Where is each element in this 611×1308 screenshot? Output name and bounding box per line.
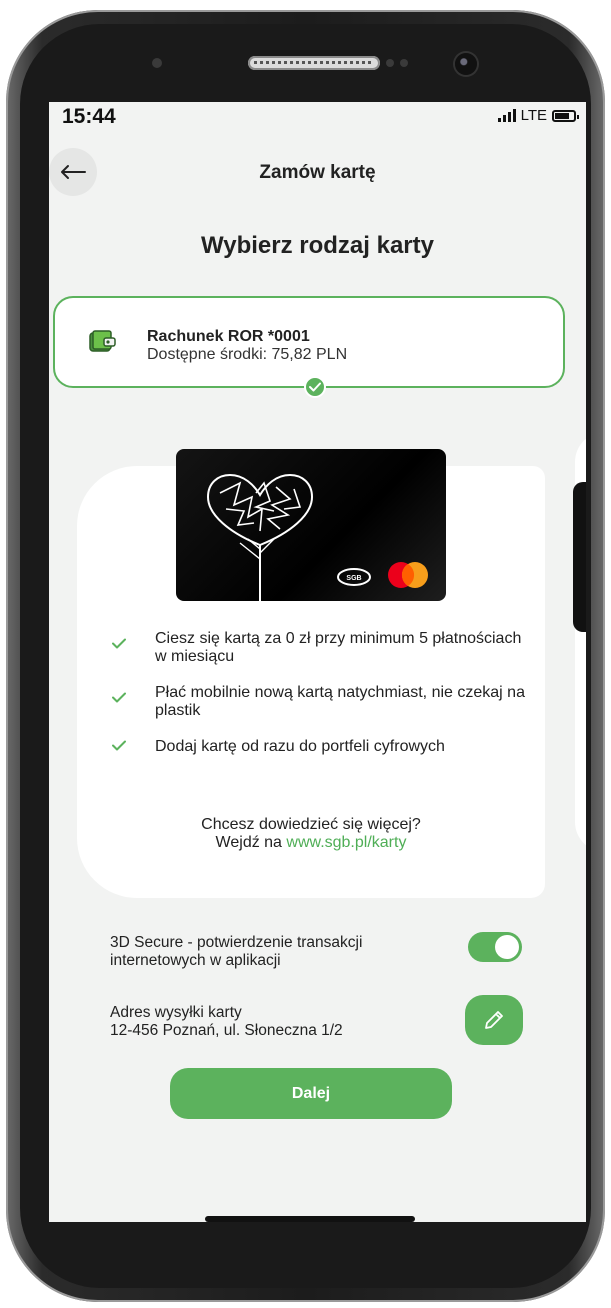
check-icon <box>309 382 321 392</box>
learn-more-link[interactable]: www.sgb.pl/karty <box>286 834 406 851</box>
side-tab[interactable] <box>573 482 586 632</box>
secure-toggle[interactable] <box>468 932 522 962</box>
benefits-list: Ciesz się kartą za 0 zł przy minimum 5 p… <box>109 630 529 774</box>
svg-text:SGB: SGB <box>346 575 361 582</box>
benefit-item: Płać mobilnie nową kartą natychmiast, ni… <box>109 684 529 720</box>
account-funds: Dostępne środki: 75,82 PLN <box>147 346 348 363</box>
signal-icon <box>497 109 516 122</box>
network-label: LTE <box>520 107 547 124</box>
benefit-text: Płać mobilnie nową kartą natychmiast, ni… <box>155 684 525 719</box>
status-time: 15:44 <box>62 105 116 128</box>
secure-label: 3D Secure - potwierdzenie transakcji int… <box>110 934 363 969</box>
check-icon <box>112 740 126 751</box>
mastercard-logo <box>388 562 428 588</box>
app-screen: 15:44 LTE Zamów kartę Wybierz rodzaj kar… <box>49 102 586 1222</box>
heart-tree-logo <box>206 473 314 601</box>
next-button[interactable]: Dalej <box>170 1068 452 1119</box>
learn-more-block: Chcesz dowiedzieć się więcej? Wejdź na w… <box>109 816 513 852</box>
speaker-grille <box>248 56 380 70</box>
shipping-address: 12-456 Poznań, ul. Słoneczna 1/2 <box>110 1022 343 1039</box>
shipping-block: Adres wysyłki karty 12-456 Poznań, ul. S… <box>110 1004 440 1040</box>
benefit-text: Dodaj kartę od razu do portfeli cyfrowyc… <box>155 738 445 755</box>
account-selector[interactable]: Rachunek ROR *0001 Dostępne środki: 75,8… <box>53 296 565 398</box>
sensor-dot <box>400 59 408 67</box>
sensor-dot <box>152 58 162 68</box>
toggle-knob <box>495 935 519 959</box>
shipping-label: Adres wysyłki karty <box>110 1004 242 1021</box>
wallet-icon <box>89 330 116 352</box>
battery-icon <box>552 109 579 122</box>
learn-more-line: Wejdź na www.sgb.pl/karty <box>109 834 513 852</box>
check-icon <box>112 638 126 649</box>
header-title: Zamów kartę <box>259 162 376 183</box>
home-indicator[interactable] <box>205 1216 415 1222</box>
selected-check-badge <box>304 376 326 398</box>
learn-more-question: Chcesz dowiedzieć się więcej? <box>201 816 421 833</box>
account-name: Rachunek ROR *0001 <box>147 328 310 345</box>
status-indicators: LTE <box>497 107 579 124</box>
learn-more-prefix: Wejdź na <box>215 834 287 851</box>
edit-address-button[interactable] <box>465 995 523 1045</box>
benefit-text: Ciesz się kartą za 0 zł przy minimum 5 p… <box>155 630 522 665</box>
sgb-logo: SGB <box>337 568 371 586</box>
benefit-item: Ciesz się kartą za 0 zł przy minimum 5 p… <box>109 630 529 666</box>
sensor-dot <box>386 59 394 67</box>
benefit-item: Dodaj kartę od razu do portfeli cyfrowyc… <box>109 738 529 756</box>
front-camera <box>455 53 477 75</box>
page-heading: Wybierz rodzaj karty <box>201 232 434 259</box>
pencil-icon <box>485 1011 503 1029</box>
check-icon <box>112 692 126 703</box>
payment-card-image[interactable]: SGB <box>176 449 446 601</box>
chat-icon <box>585 542 586 562</box>
